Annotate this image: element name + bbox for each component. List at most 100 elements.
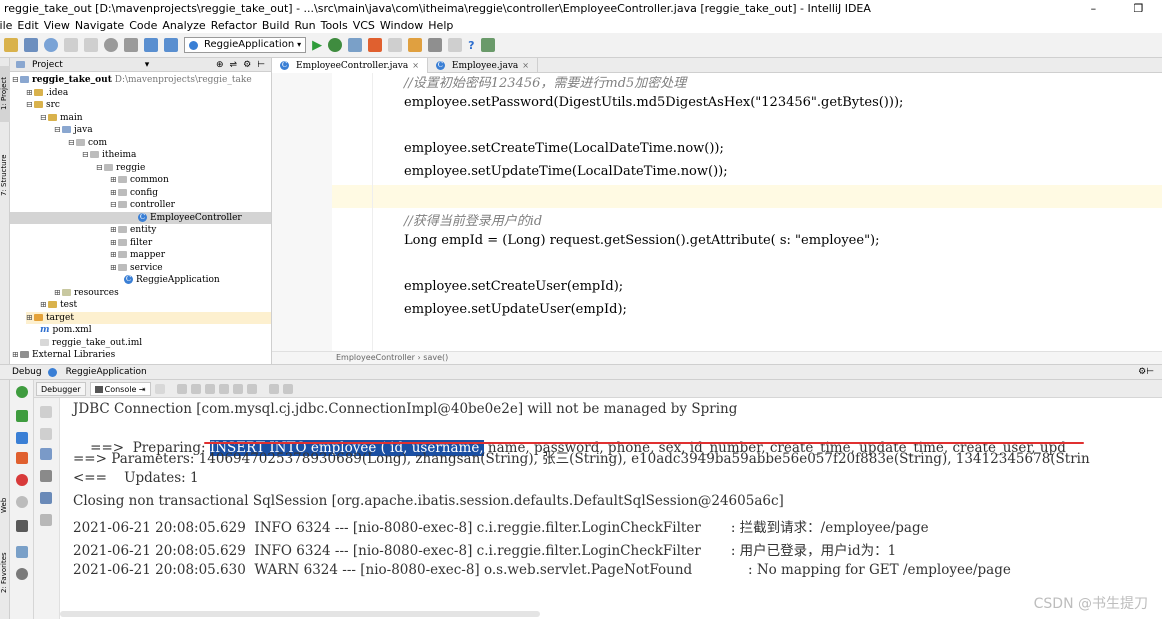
tree-item-main[interactable]: ⊟ main [40, 112, 83, 125]
minimize-icon[interactable]: – [1091, 0, 1097, 17]
build-icon[interactable] [388, 38, 403, 52]
collapse-icon[interactable]: ⇌ [230, 58, 238, 72]
force-step-into-icon[interactable] [204, 383, 215, 394]
soft-wrap-icon[interactable] [40, 448, 52, 460]
close-icon[interactable]: × [522, 61, 529, 70]
tree-item-filter[interactable]: ⊞ filter [110, 237, 152, 250]
breadcrumb-method[interactable]: save() [423, 353, 448, 362]
tree-item-target[interactable]: ⊞ target [26, 311, 271, 324]
breadcrumb-class[interactable]: EmployeeController [336, 353, 415, 362]
step-into-icon[interactable] [190, 383, 201, 394]
forward-icon[interactable] [164, 38, 178, 52]
trace-icon[interactable] [282, 383, 293, 394]
scroll-end-icon[interactable] [40, 470, 52, 482]
step-out-icon[interactable] [218, 383, 229, 394]
project-structure-icon[interactable] [480, 38, 495, 52]
structure-icon[interactable] [408, 38, 423, 52]
tab-employee[interactable]: C Employee.java × [428, 58, 538, 73]
back-icon[interactable] [144, 38, 158, 52]
code-area[interactable]: 82 //设置初始密码123456，需要进行md5加密处理 83 employe… [332, 73, 1162, 351]
tree-item-external-libraries[interactable]: ⊞ External Libraries [12, 349, 115, 362]
tab-debugger[interactable]: Debugger [36, 381, 86, 396]
menu-edit[interactable]: Edit [17, 19, 38, 32]
tree-item-src[interactable]: ⊟ src [26, 99, 60, 112]
tree-item-service[interactable]: ⊞ service [110, 262, 163, 275]
tree-item-com[interactable]: ⊟ com [68, 137, 107, 150]
sdk-icon[interactable] [448, 38, 463, 52]
step-over-icon[interactable] [176, 383, 187, 394]
menu-refactor[interactable]: Refactor [211, 19, 257, 32]
tree-item-idea[interactable]: ⊞ .idea [26, 87, 68, 100]
mute-breakpoints-icon[interactable] [16, 496, 28, 508]
up-arrow-icon[interactable] [40, 406, 52, 418]
tree-item-java[interactable]: ⊟ java [54, 124, 93, 137]
side-tab-project[interactable]: 1: Project [0, 66, 10, 122]
tree-item-test[interactable]: ⊞ test [40, 299, 77, 312]
frames-icon[interactable] [154, 383, 165, 394]
tree-item-employeecontroller[interactable]: C EmployeeController [10, 211, 271, 224]
pause-icon[interactable] [16, 432, 28, 444]
evaluate-icon[interactable] [268, 383, 279, 394]
tree-item-config[interactable]: ⊞ config [110, 187, 158, 200]
settings-icon[interactable] [428, 38, 443, 52]
debug-icon[interactable] [328, 38, 343, 52]
menu-navigate[interactable]: Navigate [75, 19, 124, 32]
menu-build[interactable]: Build [262, 19, 290, 32]
replace-icon[interactable] [124, 38, 138, 52]
menu-run[interactable]: Run [295, 19, 316, 32]
close-icon[interactable]: × [412, 61, 419, 70]
tree-item-iml[interactable]: reggie_take_out.iml [40, 337, 142, 350]
layout-icon[interactable] [16, 546, 28, 558]
camera-icon[interactable] [16, 520, 28, 532]
gear-icon[interactable]: ⚙ [243, 58, 251, 72]
tree-item-entity[interactable]: ⊞ entity [110, 224, 156, 237]
help-icon[interactable]: ? [468, 39, 474, 52]
view-breakpoints-icon[interactable] [16, 474, 28, 486]
menu-file[interactable]: File [0, 19, 12, 32]
tree-item-reggie[interactable]: ⊟ reggie [96, 162, 145, 175]
tree-item-itheima[interactable]: ⊟ itheima [82, 149, 136, 162]
horizontal-scrollbar[interactable] [60, 611, 540, 617]
menu-vcs[interactable]: VCS [353, 19, 375, 32]
run-config-select[interactable]: ReggieApplication ▾ [184, 37, 307, 53]
sync-icon[interactable] [44, 38, 58, 52]
drop-frame-icon[interactable] [232, 383, 243, 394]
stop-icon[interactable] [16, 452, 28, 464]
tab-employeecontroller[interactable]: C EmployeeController.java × [272, 58, 428, 73]
menu-window[interactable]: Window [380, 19, 423, 32]
tree-item-controller[interactable]: ⊟ controller [110, 199, 175, 212]
rerun-icon[interactable] [16, 386, 28, 398]
run-to-cursor-icon[interactable] [246, 383, 257, 394]
tree-item-resources[interactable]: ⊞ resources [54, 287, 119, 300]
maximize-icon[interactable]: ❐ [1133, 0, 1143, 17]
run-icon[interactable]: ▶ [312, 38, 322, 53]
find-icon[interactable] [104, 38, 118, 52]
print-icon[interactable] [40, 492, 52, 504]
tree-item-reggieapplication[interactable]: C ReggieApplication [124, 274, 220, 287]
side-tab-favorites[interactable]: 2: Favorites [0, 540, 10, 606]
open-folder-icon[interactable] [4, 38, 18, 52]
menu-tools[interactable]: Tools [321, 19, 348, 32]
tree-item-common[interactable]: ⊞ common [110, 174, 169, 187]
save-icon[interactable] [24, 38, 38, 52]
menu-help[interactable]: Help [428, 19, 453, 32]
resume-icon[interactable] [16, 410, 28, 422]
project-dropdown[interactable]: Project ▾ [16, 58, 149, 72]
down-arrow-icon[interactable] [40, 428, 52, 440]
tab-console[interactable]: Console ⇥ [89, 381, 151, 396]
redo-icon[interactable] [84, 38, 98, 52]
menu-code[interactable]: Code [129, 19, 157, 32]
debug-config-tab[interactable]: ReggieApplication [66, 367, 147, 377]
locate-icon[interactable]: ⊕ [216, 58, 224, 72]
menu-analyze[interactable]: Analyze [162, 19, 205, 32]
clear-icon[interactable] [40, 514, 52, 526]
tree-item-root[interactable]: ⊟ reggie_take_out D:\mavenprojects\reggie… [12, 74, 252, 87]
gear-icon[interactable]: ⚙⊢ [1138, 367, 1154, 377]
side-tab-web[interactable]: Web [0, 490, 10, 520]
side-tab-structure[interactable]: 7: Structure [0, 142, 10, 208]
stop-icon[interactable] [368, 38, 383, 52]
hide-icon[interactable]: ⊢ [257, 58, 265, 72]
menu-view[interactable]: View [44, 19, 70, 32]
coverage-icon[interactable] [348, 38, 363, 52]
undo-icon[interactable] [64, 38, 78, 52]
